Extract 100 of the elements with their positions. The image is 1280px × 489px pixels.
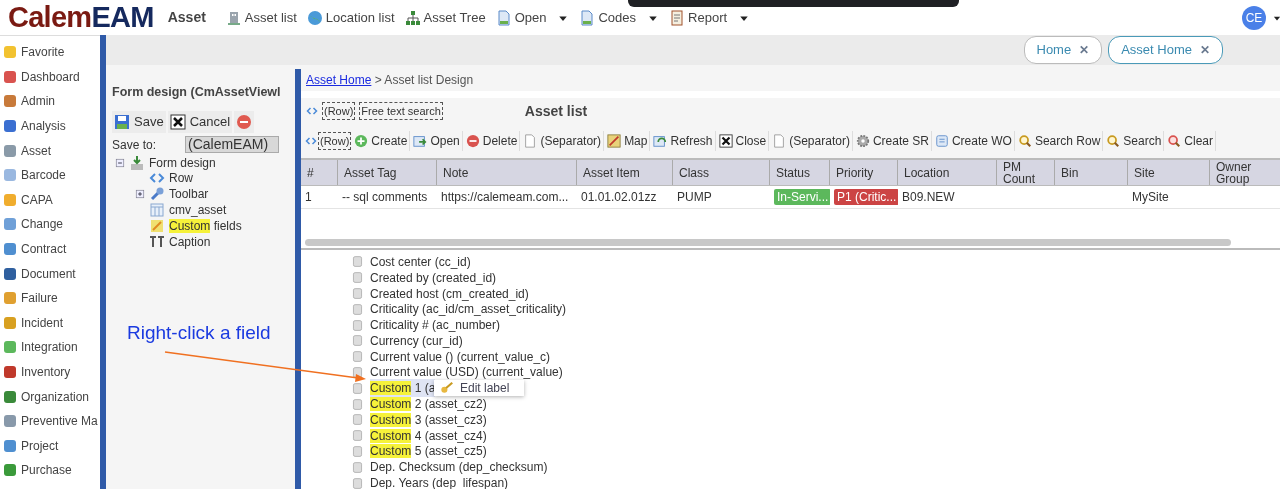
field-label: Save to:: [112, 136, 158, 154]
user-avatar[interactable]: CE: [1242, 6, 1266, 30]
collapse-icon[interactable]: [115, 157, 125, 168]
column-header[interactable]: Site: [1128, 160, 1210, 185]
nav-menu-item[interactable]: Open: [495, 7, 570, 28]
sidebar-item[interactable]: Admin: [0, 89, 100, 114]
tree-item[interactable]: Caption: [169, 232, 211, 251]
toolbar-button[interactable]: Map: [605, 131, 651, 151]
nav-menu-item[interactable]: Location list: [306, 7, 395, 28]
toolbar-button[interactable]: Create SR: [853, 131, 932, 151]
nav-menu-item[interactable]: Asset Tree: [404, 7, 486, 28]
remove-button[interactable]: [234, 110, 255, 133]
field-icon: [351, 334, 364, 348]
field-icon: [351, 271, 364, 285]
search-marker[interactable]: Free text search: [359, 101, 443, 121]
row-marker[interactable]: (Row): [318, 131, 352, 151]
sidebar-item[interactable]: Organization: [0, 384, 100, 409]
sidebar-item[interactable]: Document: [0, 261, 100, 286]
tab[interactable]: Home ✕: [1023, 36, 1103, 64]
field-item[interactable]: Current value (USD) (current_value): [370, 363, 563, 382]
column-header[interactable]: Asset Tag: [338, 160, 437, 185]
field-item[interactable]: Custom 5 (asset_cz5): [370, 442, 487, 461]
column-header[interactable]: Priority: [830, 160, 898, 185]
toolbar-button[interactable]: Create WO: [932, 131, 1015, 151]
toolbar-button[interactable]: Save: [112, 110, 166, 133]
expand-icon[interactable]: [135, 189, 145, 200]
save-to-field[interactable]: (CalemEAM): [185, 136, 279, 154]
toolbar-button[interactable]: Delete: [463, 131, 521, 151]
column-header[interactable]: Location: [898, 160, 997, 185]
sidebar-item[interactable]: Asset: [0, 138, 100, 163]
sidebar-item[interactable]: Favorite: [0, 40, 100, 65]
table-cell: B09.NEW: [902, 189, 955, 205]
sidebar-item[interactable]: Incident: [0, 310, 100, 336]
sidebar-item[interactable]: Preventive Ma: [0, 408, 100, 434]
column-header[interactable]: Note: [437, 160, 577, 185]
scrollbar[interactable]: [305, 239, 1231, 246]
close-icon[interactable]: ✕: [1079, 41, 1090, 59]
field-item[interactable]: Current value () (current_value_c): [370, 347, 551, 366]
tab[interactable]: Asset Home ✕: [1108, 36, 1223, 64]
search-icon: [1106, 134, 1121, 148]
nav-menu-item[interactable]: Asset list: [225, 7, 297, 28]
nav-menu-item[interactable]: Report: [669, 7, 751, 28]
field-icon: [351, 287, 364, 300]
sidebar-item[interactable]: Integration: [0, 335, 100, 360]
sidebar-item[interactable]: Analysis: [0, 113, 100, 139]
column-header[interactable]: Bin: [1055, 160, 1128, 185]
column-header[interactable]: #: [301, 160, 338, 185]
code-brackets-icon: [306, 105, 318, 117]
toolbar-button[interactable]: Create: [352, 131, 411, 151]
field-item[interactable]: Dep. Years (dep_lifespan): [370, 474, 509, 489]
wrench-icon: [149, 186, 165, 203]
row-marker[interactable]: (Row): [322, 101, 356, 121]
refresh-icon: [653, 134, 668, 148]
sidebar-item[interactable]: Dashboard: [0, 64, 100, 90]
close-icon: [718, 134, 733, 148]
tree-item[interactable]: Form design: [149, 153, 216, 172]
sidebar-item[interactable]: Contract: [0, 236, 100, 262]
breadcrumb-link[interactable]: Asset Home: [306, 71, 372, 89]
toolbar-button[interactable]: (Separator): [770, 131, 853, 151]
toolbar-button[interactable]: Close: [716, 131, 770, 151]
menu-item[interactable]: Edit label: [434, 379, 524, 398]
field-item[interactable]: Custom 4 (asset_cz4): [370, 426, 487, 445]
toolbar-button[interactable]: Search Row: [1015, 131, 1104, 151]
tree-item[interactable]: Row: [169, 169, 193, 188]
search-icon: [1017, 134, 1032, 148]
toolbar-button[interactable]: Refresh: [651, 131, 716, 151]
toolbar-button[interactable]: Open: [411, 131, 463, 151]
settings-icon: [855, 134, 870, 148]
sidebar-item[interactable]: Project: [0, 433, 100, 459]
field-item[interactable]: Created host (cm_created_id): [370, 284, 529, 303]
column-header[interactable]: Asset Item: [577, 160, 673, 185]
sidebar-item[interactable]: Inventory: [0, 359, 100, 385]
field-item[interactable]: Created by (created_id): [370, 268, 497, 287]
table-icon: [149, 202, 165, 219]
field-icon: [351, 413, 364, 427]
toolbar-button[interactable]: (Separator): [521, 131, 605, 151]
toolbar-button[interactable]: Clear: [1165, 131, 1217, 151]
tree-item[interactable]: Toolbar: [169, 185, 209, 204]
column-header[interactable]: Owner Group: [1210, 160, 1280, 185]
field-icon: [351, 318, 364, 332]
field-item[interactable]: Dep. Checksum (dep_checksum): [370, 458, 548, 477]
sidebar-item[interactable]: Barcode: [0, 162, 100, 188]
blank-page-icon: [523, 134, 538, 148]
sidebar-item[interactable]: Change: [0, 212, 100, 237]
nav-menu-item[interactable]: Codes: [579, 7, 660, 28]
field-item[interactable]: Cost center (cc_id): [370, 252, 471, 271]
panel-title: Form design (CmAssetViewl: [112, 84, 282, 101]
toolbar-button[interactable]: Cancel: [167, 110, 233, 133]
field-item[interactable]: Criticality (ac_id/cm_asset_criticality): [370, 300, 567, 319]
toolbar-button[interactable]: Search: [1104, 131, 1165, 151]
close-icon[interactable]: ✕: [1200, 41, 1210, 59]
column-header[interactable]: Status: [770, 160, 830, 185]
logo: CalemEAM: [8, 3, 154, 32]
close-icon: [169, 113, 186, 130]
column-header[interactable]: Class: [673, 160, 770, 185]
sidebar-item[interactable]: CAPA: [0, 187, 100, 213]
sidebar-item[interactable]: Failure: [0, 285, 100, 311]
sidebar-item[interactable]: Purchase: [0, 458, 100, 483]
field-icon: [351, 302, 364, 316]
column-header[interactable]: PM Count: [997, 160, 1055, 185]
